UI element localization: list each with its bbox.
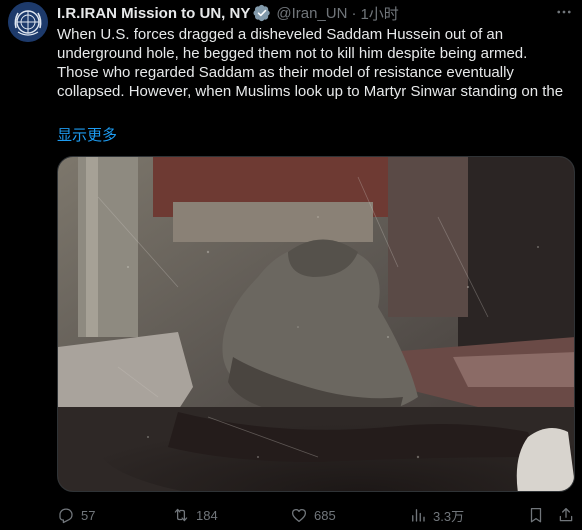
reply-count: 57: [81, 507, 96, 523]
reply-icon: [59, 508, 73, 524]
action-bar: 57 184 685 3.3万: [57, 503, 577, 527]
reply-button[interactable]: 57: [57, 503, 95, 527]
share-button[interactable]: [557, 503, 575, 527]
show-more-link[interactable]: 显示更多: [57, 124, 117, 145]
avatar[interactable]: [8, 2, 48, 42]
more-icon: [557, 10, 571, 14]
separator-dot: ·: [351, 4, 357, 22]
post-header: I.R.IRAN Mission to UN, NY @Iran_UN · 1小…: [57, 3, 572, 23]
post-image[interactable]: [57, 156, 575, 492]
bookmark-icon: [530, 507, 542, 523]
views-count: 3.3万: [433, 508, 465, 524]
un-emblem-icon: [8, 2, 48, 42]
views-button[interactable]: 3.3万: [409, 503, 464, 527]
like-count: 685: [314, 507, 336, 523]
more-button[interactable]: [552, 2, 576, 22]
heart-icon: [291, 509, 307, 523]
post-text: When U.S. forces dragged a disheveled Sa…: [57, 26, 564, 100]
verified-badge-icon: [253, 4, 271, 22]
share-icon: [559, 507, 573, 522]
views-icon: [412, 509, 425, 522]
repost-count: 184: [196, 507, 218, 523]
author-handle[interactable]: @Iran_UN: [276, 5, 347, 22]
like-button[interactable]: 685: [290, 503, 336, 527]
bookmark-button[interactable]: [527, 503, 545, 527]
repost-button[interactable]: 184: [172, 503, 218, 527]
post-time[interactable]: 1小时: [360, 3, 398, 24]
repost-icon: [174, 508, 188, 522]
photo-illustration: [58, 157, 574, 491]
author-display-name[interactable]: I.R.IRAN Mission to UN, NY: [57, 5, 250, 22]
